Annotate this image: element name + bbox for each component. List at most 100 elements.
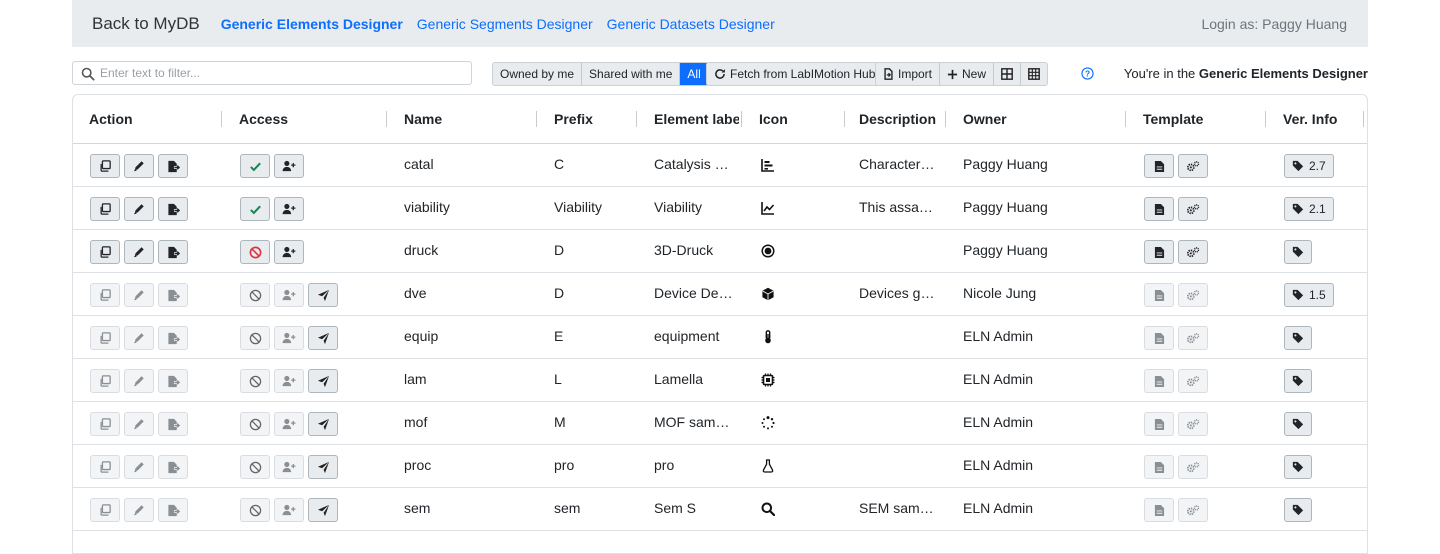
template-file-button[interactable] [1144,498,1174,522]
share-user-button[interactable] [274,369,304,393]
column-header-owner[interactable]: Owner [963,95,1123,143]
column-resize-handle[interactable] [536,111,537,127]
template-file-button[interactable] [1144,369,1174,393]
access-status-button[interactable] [240,197,270,221]
edit-button[interactable] [124,197,154,221]
send-to-hub-button[interactable] [308,283,338,307]
access-status-button[interactable] [240,283,270,307]
copy-button[interactable] [90,498,120,522]
template-file-button[interactable] [1144,197,1174,221]
copy-button[interactable] [90,240,120,264]
column-resize-handle[interactable] [636,111,637,127]
import-button[interactable]: Import [876,63,939,85]
export-button[interactable] [158,455,188,479]
export-button[interactable] [158,326,188,350]
send-to-hub-button[interactable] [308,455,338,479]
export-button[interactable] [158,240,188,264]
template-settings-button[interactable] [1178,283,1208,307]
column-header-template[interactable]: Template [1143,95,1263,143]
edit-button[interactable] [124,283,154,307]
copy-button[interactable] [90,283,120,307]
version-badge[interactable] [1284,412,1312,436]
column-resize-handle[interactable] [1363,111,1364,127]
column-header-name[interactable]: Name [404,95,534,143]
share-user-button[interactable] [274,412,304,436]
template-file-button[interactable] [1144,412,1174,436]
column-resize-handle[interactable] [741,111,742,127]
column-header-description[interactable]: Description [859,95,943,143]
template-settings-button[interactable] [1178,326,1208,350]
template-settings-button[interactable] [1178,498,1208,522]
filter-shared-with-me[interactable]: Shared with me [581,63,679,85]
column-header-icon[interactable]: Icon [759,95,842,143]
column-header-action[interactable]: Action [89,95,219,143]
access-status-button[interactable] [240,369,270,393]
edit-button[interactable] [124,498,154,522]
back-to-mydb-link[interactable]: Back to MyDB [92,14,200,34]
column-header-ver-info[interactable]: Ver. Info [1283,95,1361,143]
access-status-button[interactable] [240,455,270,479]
template-file-button[interactable] [1144,283,1174,307]
export-button[interactable] [158,197,188,221]
column-resize-handle[interactable] [1125,111,1126,127]
export-button[interactable] [158,369,188,393]
edit-button[interactable] [124,455,154,479]
column-resize-handle[interactable] [1265,111,1266,127]
template-settings-button[interactable] [1178,197,1208,221]
share-user-button[interactable] [274,154,304,178]
column-resize-handle[interactable] [221,111,222,127]
version-badge[interactable] [1284,326,1312,350]
help-question-icon[interactable]: ? [1081,67,1094,80]
column-header-element-label[interactable]: Element label [654,95,739,143]
edit-button[interactable] [124,369,154,393]
send-to-hub-button[interactable] [308,326,338,350]
column-resize-handle[interactable] [945,111,946,127]
edit-button[interactable] [124,154,154,178]
template-file-button[interactable] [1144,240,1174,264]
filter-owned-by-me[interactable]: Owned by me [493,63,581,85]
version-badge[interactable]: 1.5 [1284,283,1334,307]
access-status-button[interactable] [240,326,270,350]
template-settings-button[interactable] [1178,154,1208,178]
nav-generic-datasets-designer[interactable]: Generic Datasets Designer [607,16,775,32]
send-to-hub-button[interactable] [308,412,338,436]
export-button[interactable] [158,498,188,522]
view-grid-large-button[interactable] [993,63,1020,85]
template-settings-button[interactable] [1178,455,1208,479]
export-button[interactable] [158,412,188,436]
filter-all[interactable]: All [679,63,708,85]
version-badge[interactable] [1284,498,1312,522]
view-grid-small-button[interactable] [1020,63,1047,85]
template-file-button[interactable] [1144,154,1174,178]
column-header-access[interactable]: Access [239,95,384,143]
access-status-button[interactable] [240,240,270,264]
nav-generic-segments-designer[interactable]: Generic Segments Designer [417,16,593,32]
version-badge[interactable] [1284,455,1312,479]
send-to-hub-button[interactable] [308,498,338,522]
column-resize-handle[interactable] [386,111,387,127]
template-file-button[interactable] [1144,455,1174,479]
export-button[interactable] [158,154,188,178]
send-to-hub-button[interactable] [308,369,338,393]
edit-button[interactable] [124,326,154,350]
fetch-from-hub-button[interactable]: Fetch from LabIMotion Hub [707,63,882,85]
copy-button[interactable] [90,412,120,436]
export-button[interactable] [158,283,188,307]
access-status-button[interactable] [240,498,270,522]
share-user-button[interactable] [274,455,304,479]
copy-button[interactable] [90,326,120,350]
filter-input[interactable] [100,62,465,84]
version-badge[interactable]: 2.1 [1284,197,1334,221]
share-user-button[interactable] [274,498,304,522]
copy-button[interactable] [90,455,120,479]
share-user-button[interactable] [274,326,304,350]
copy-button[interactable] [90,154,120,178]
template-settings-button[interactable] [1178,412,1208,436]
share-user-button[interactable] [274,197,304,221]
template-settings-button[interactable] [1178,240,1208,264]
version-badge[interactable] [1284,369,1312,393]
column-header-prefix[interactable]: Prefix [554,95,634,143]
share-user-button[interactable] [274,240,304,264]
version-badge[interactable]: 2.7 [1284,154,1334,178]
version-badge[interactable] [1284,240,1312,264]
